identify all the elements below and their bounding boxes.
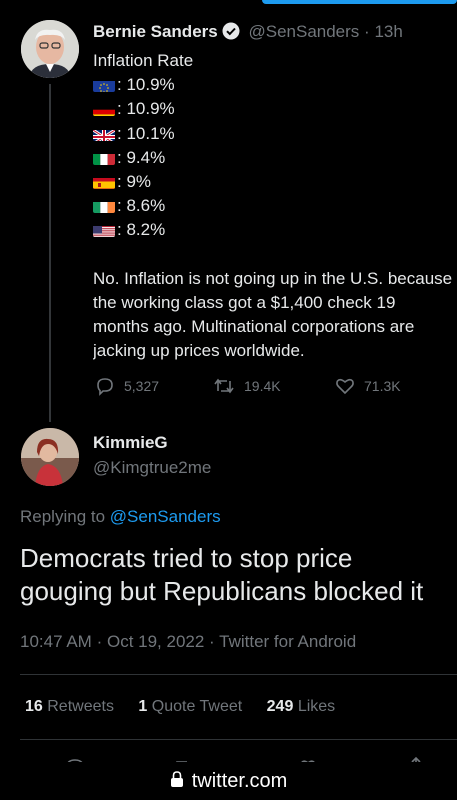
reply-count: 5,327 bbox=[124, 378, 160, 394]
verified-badge-icon bbox=[222, 22, 240, 45]
uk-flag-icon bbox=[93, 127, 115, 141]
replying-to-prefix: Replying to bbox=[20, 507, 106, 526]
likes-count: 249 bbox=[266, 698, 294, 715]
tweet-text-line: jacking up prices worldwide. bbox=[93, 341, 305, 361]
separator-dot: · bbox=[364, 22, 370, 41]
rate-row: : 10.9% bbox=[93, 73, 457, 97]
quotes-stat[interactable]: 1 Quote Tweet bbox=[138, 698, 242, 715]
rate-row: : 9.4% bbox=[93, 146, 457, 170]
like-count: 71.3K bbox=[364, 378, 401, 394]
bernie-sanders-avatar[interactable] bbox=[21, 20, 79, 78]
reply-icon bbox=[97, 378, 113, 396]
reply-meta: 10:47 AM · Oct 19, 2022 · Twitter for An… bbox=[20, 632, 356, 652]
rate-row: : 9% bbox=[93, 170, 457, 194]
tweet-body: Inflation Rate : 10.9% : 10.9% : 10.1% :… bbox=[93, 49, 457, 363]
quotes-count: 1 bbox=[138, 698, 148, 715]
reply-source[interactable]: Twitter for Android bbox=[219, 632, 356, 651]
browser-url-bar[interactable]: twitter.com bbox=[0, 762, 457, 800]
kimmieg-avatar[interactable] bbox=[21, 428, 79, 486]
retweet-icon bbox=[214, 378, 234, 394]
reply-author-name[interactable]: KimmieG bbox=[93, 433, 168, 453]
retweet-count: 19.4K bbox=[244, 378, 281, 394]
italy-flag-icon bbox=[93, 151, 115, 165]
rate-value: : 10.9% bbox=[117, 75, 175, 95]
rate-value: : 8.2% bbox=[117, 220, 166, 240]
thread-connector-line bbox=[49, 84, 51, 422]
rate-value: : 9% bbox=[117, 171, 152, 191]
retweets-label: Retweets bbox=[47, 698, 114, 715]
follow-button-edge[interactable] bbox=[262, 0, 457, 4]
retweets-stat[interactable]: 16 Retweets bbox=[25, 698, 114, 715]
divider bbox=[20, 674, 457, 675]
ireland-flag-icon bbox=[93, 199, 115, 214]
url-text: twitter.com bbox=[191, 769, 288, 792]
like-button[interactable]: 71.3K bbox=[335, 376, 401, 396]
reply-text-line: gouging but Republicans blocked it bbox=[20, 576, 424, 606]
tweet-text-line: No. Inflation is not going up in the U.S… bbox=[93, 268, 453, 288]
replying-to-line: Replying to @SenSanders bbox=[20, 507, 221, 527]
rate-row: : 8.6% bbox=[93, 194, 457, 218]
tweet-actions: 5,327 19.4K 71.3K bbox=[95, 376, 435, 400]
eu-flag-icon bbox=[93, 78, 115, 93]
rate-value: : 10.1% bbox=[117, 123, 175, 143]
reply-time[interactable]: 10:47 AM bbox=[20, 632, 92, 651]
tweet-text-line: the working class got a $1,400 check 19 bbox=[93, 292, 396, 312]
rate-value: : 9.4% bbox=[117, 147, 166, 167]
reply-tweet-text: Democrats tried to stop price gouging bu… bbox=[20, 542, 457, 608]
reply-stats: 16 Retweets 1 Quote Tweet 249 Likes bbox=[25, 698, 355, 716]
separator-dot: · bbox=[209, 632, 215, 651]
tweet-author-line: Bernie Sanders @SenSanders · 13h bbox=[93, 22, 403, 45]
germany-flag-icon bbox=[93, 102, 115, 117]
rate-row: : 10.1% bbox=[93, 122, 457, 146]
tweet-heading: Inflation Rate bbox=[93, 51, 194, 70]
retweet-button[interactable]: 19.4K bbox=[213, 376, 281, 396]
likes-stat[interactable]: 249 Likes bbox=[267, 698, 336, 715]
reply-date[interactable]: Oct 19, 2022 bbox=[107, 632, 204, 651]
replying-to-link[interactable]: @SenSanders bbox=[110, 507, 221, 526]
heart-icon bbox=[336, 378, 354, 395]
divider bbox=[20, 739, 457, 740]
retweets-count: 16 bbox=[25, 698, 43, 715]
likes-label: Likes bbox=[297, 698, 336, 715]
spain-flag-icon bbox=[93, 175, 115, 190]
author-handle[interactable]: @SenSanders bbox=[248, 22, 359, 41]
rate-value: : 8.6% bbox=[117, 196, 166, 216]
author-name[interactable]: Bernie Sanders bbox=[93, 22, 218, 41]
us-flag-icon bbox=[93, 223, 115, 238]
rate-value: : 10.9% bbox=[117, 99, 175, 119]
separator-dot: · bbox=[96, 632, 103, 651]
rate-row: : 10.9% bbox=[93, 97, 457, 121]
quotes-label: Quote Tweet bbox=[151, 698, 243, 715]
tweet-text-line: months ago. Multinational corporations a… bbox=[93, 316, 415, 336]
reply-text-line: Democrats tried to stop price bbox=[20, 543, 353, 573]
reply-button[interactable]: 5,327 bbox=[95, 376, 159, 396]
tweet-time[interactable]: 13h bbox=[374, 22, 402, 41]
lock-icon bbox=[170, 770, 184, 793]
reply-author-handle[interactable]: @Kimgtrue2me bbox=[93, 458, 211, 478]
rate-row: : 8.2% bbox=[93, 218, 457, 242]
